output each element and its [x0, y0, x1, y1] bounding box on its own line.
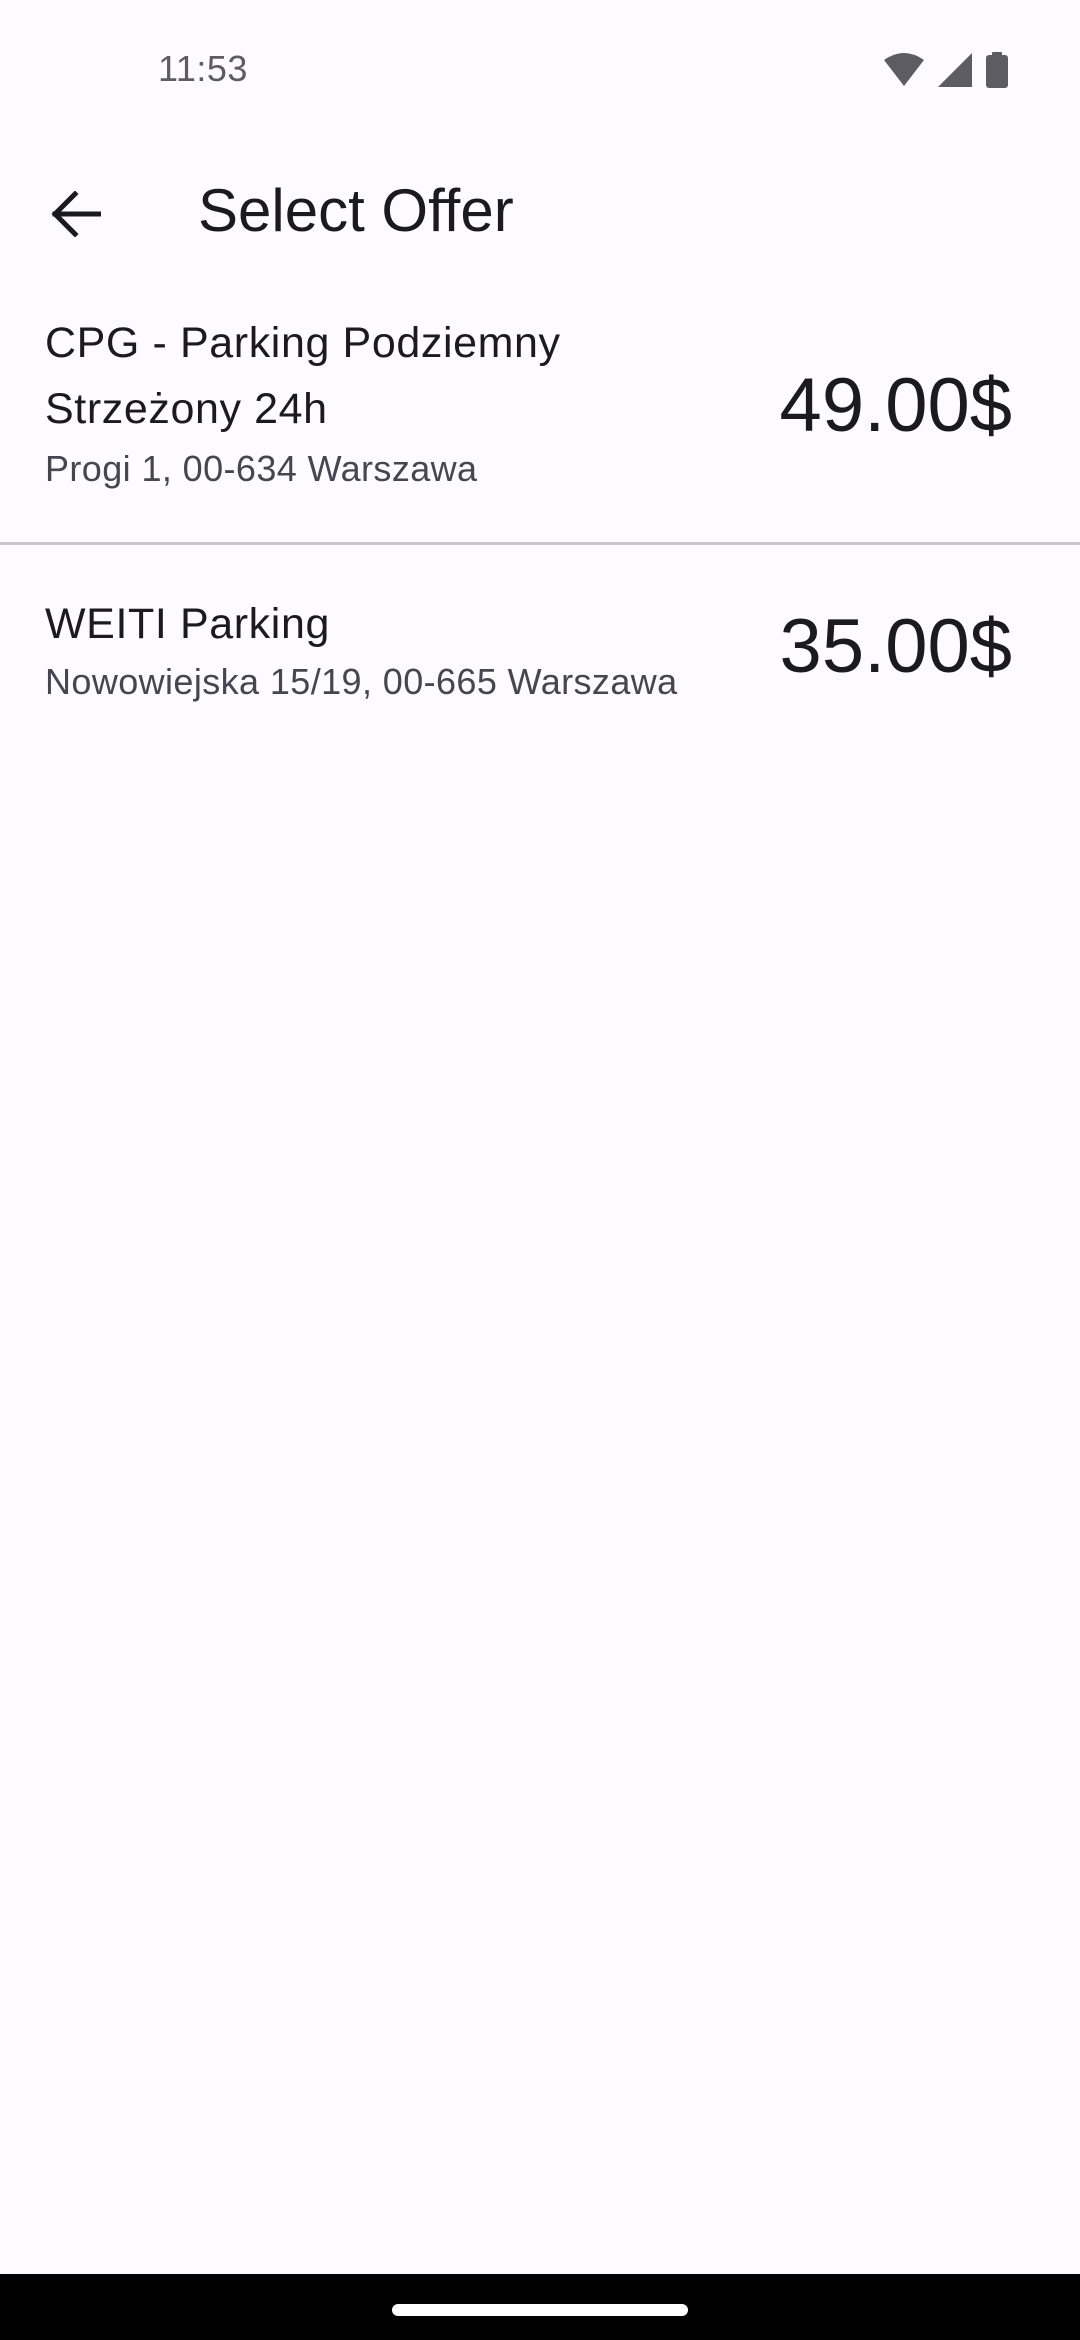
status-bar: 11:53 — [0, 0, 1080, 140]
cellular-signal-icon — [938, 53, 972, 92]
offer-item[interactable]: CPG - Parking Podziemny Strzeżony 24h Pr… — [0, 300, 1080, 542]
home-gesture-handle[interactable] — [392, 2304, 688, 2316]
list-divider — [0, 542, 1080, 545]
offer-address: Progi 1, 00-634 Warszawa — [45, 448, 478, 489]
battery-icon — [986, 52, 1008, 93]
top-app-bar: Select Offer — [0, 140, 1080, 280]
offer-price: 35.00$ — [779, 604, 1012, 689]
offer-name: WEITI Parking — [45, 600, 330, 648]
system-navigation-bar — [0, 2274, 1080, 2340]
offer-item[interactable]: WEITI Parking Nowowiejska 15/19, 00-665 … — [0, 585, 1080, 785]
status-icons — [884, 52, 1008, 93]
wifi-icon — [884, 52, 924, 93]
back-button[interactable] — [30, 170, 122, 262]
offer-price: 49.00$ — [779, 363, 1012, 448]
page-title: Select Offer — [198, 177, 514, 244]
status-time: 11:53 — [158, 48, 248, 89]
offer-list: CPG - Parking Podziemny Strzeżony 24h Pr… — [0, 300, 1080, 785]
offer-address: Nowowiejska 15/19, 00-665 Warszawa — [45, 661, 678, 702]
arrow-back-icon — [51, 189, 102, 242]
offer-name: CPG - Parking Podziemny Strzeżony 24h — [45, 319, 561, 433]
